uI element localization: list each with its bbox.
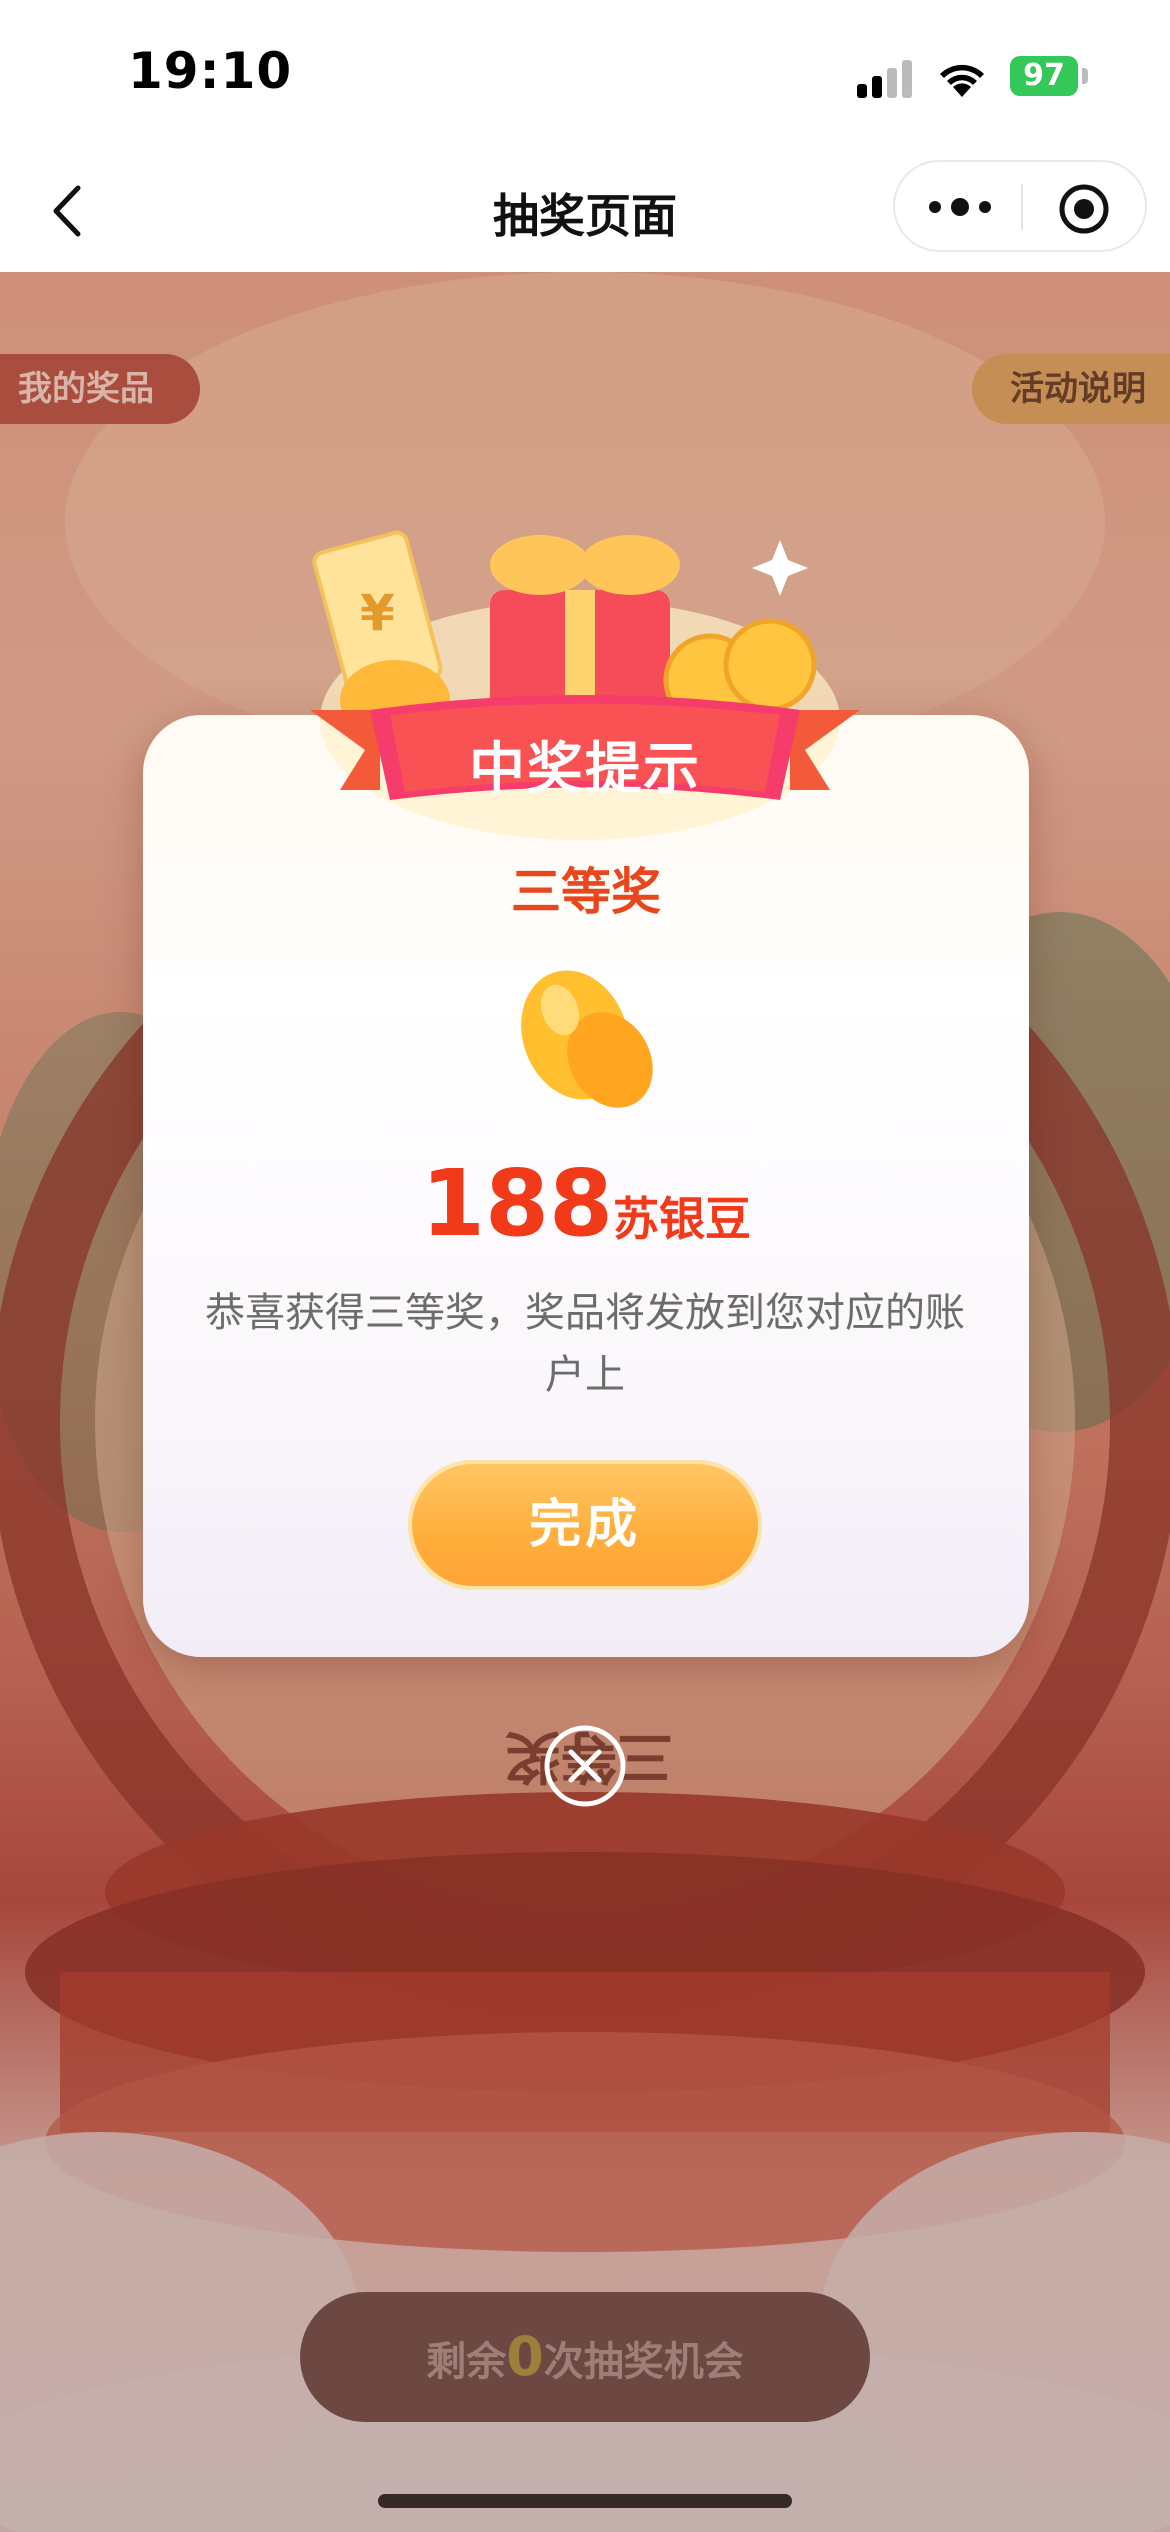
- prize-amount: 188苏银豆: [143, 1150, 1029, 1257]
- amount-unit: 苏银豆: [613, 1192, 752, 1246]
- amount-value: 188: [420, 1150, 614, 1257]
- signal-icon: [857, 60, 912, 98]
- mini-program-capsule: [893, 160, 1147, 252]
- bean-icon: [521, 970, 653, 1108]
- done-button[interactable]: 完成: [408, 1460, 762, 1590]
- prize-level: 三等奖: [511, 863, 661, 921]
- battery-icon: 97: [1010, 56, 1078, 96]
- battery-tip: [1082, 68, 1088, 84]
- modal-title: 中奖提示: [469, 737, 701, 802]
- close-circle-icon[interactable]: [543, 1724, 627, 1808]
- more-dots-icon[interactable]: [925, 188, 995, 226]
- status-time: 19:10: [128, 42, 293, 100]
- target-icon[interactable]: [1057, 182, 1111, 236]
- status-bar: 19:10 97: [0, 0, 1170, 150]
- nav-bar: 抽奖页面: [0, 150, 1170, 272]
- wifi-icon: [940, 64, 984, 97]
- capsule-divider: [1021, 184, 1023, 230]
- prize-description: 恭喜获得三等奖，奖品将发放到您对应的账户上: [205, 1290, 965, 1398]
- svg-text:¥: ¥: [360, 584, 395, 642]
